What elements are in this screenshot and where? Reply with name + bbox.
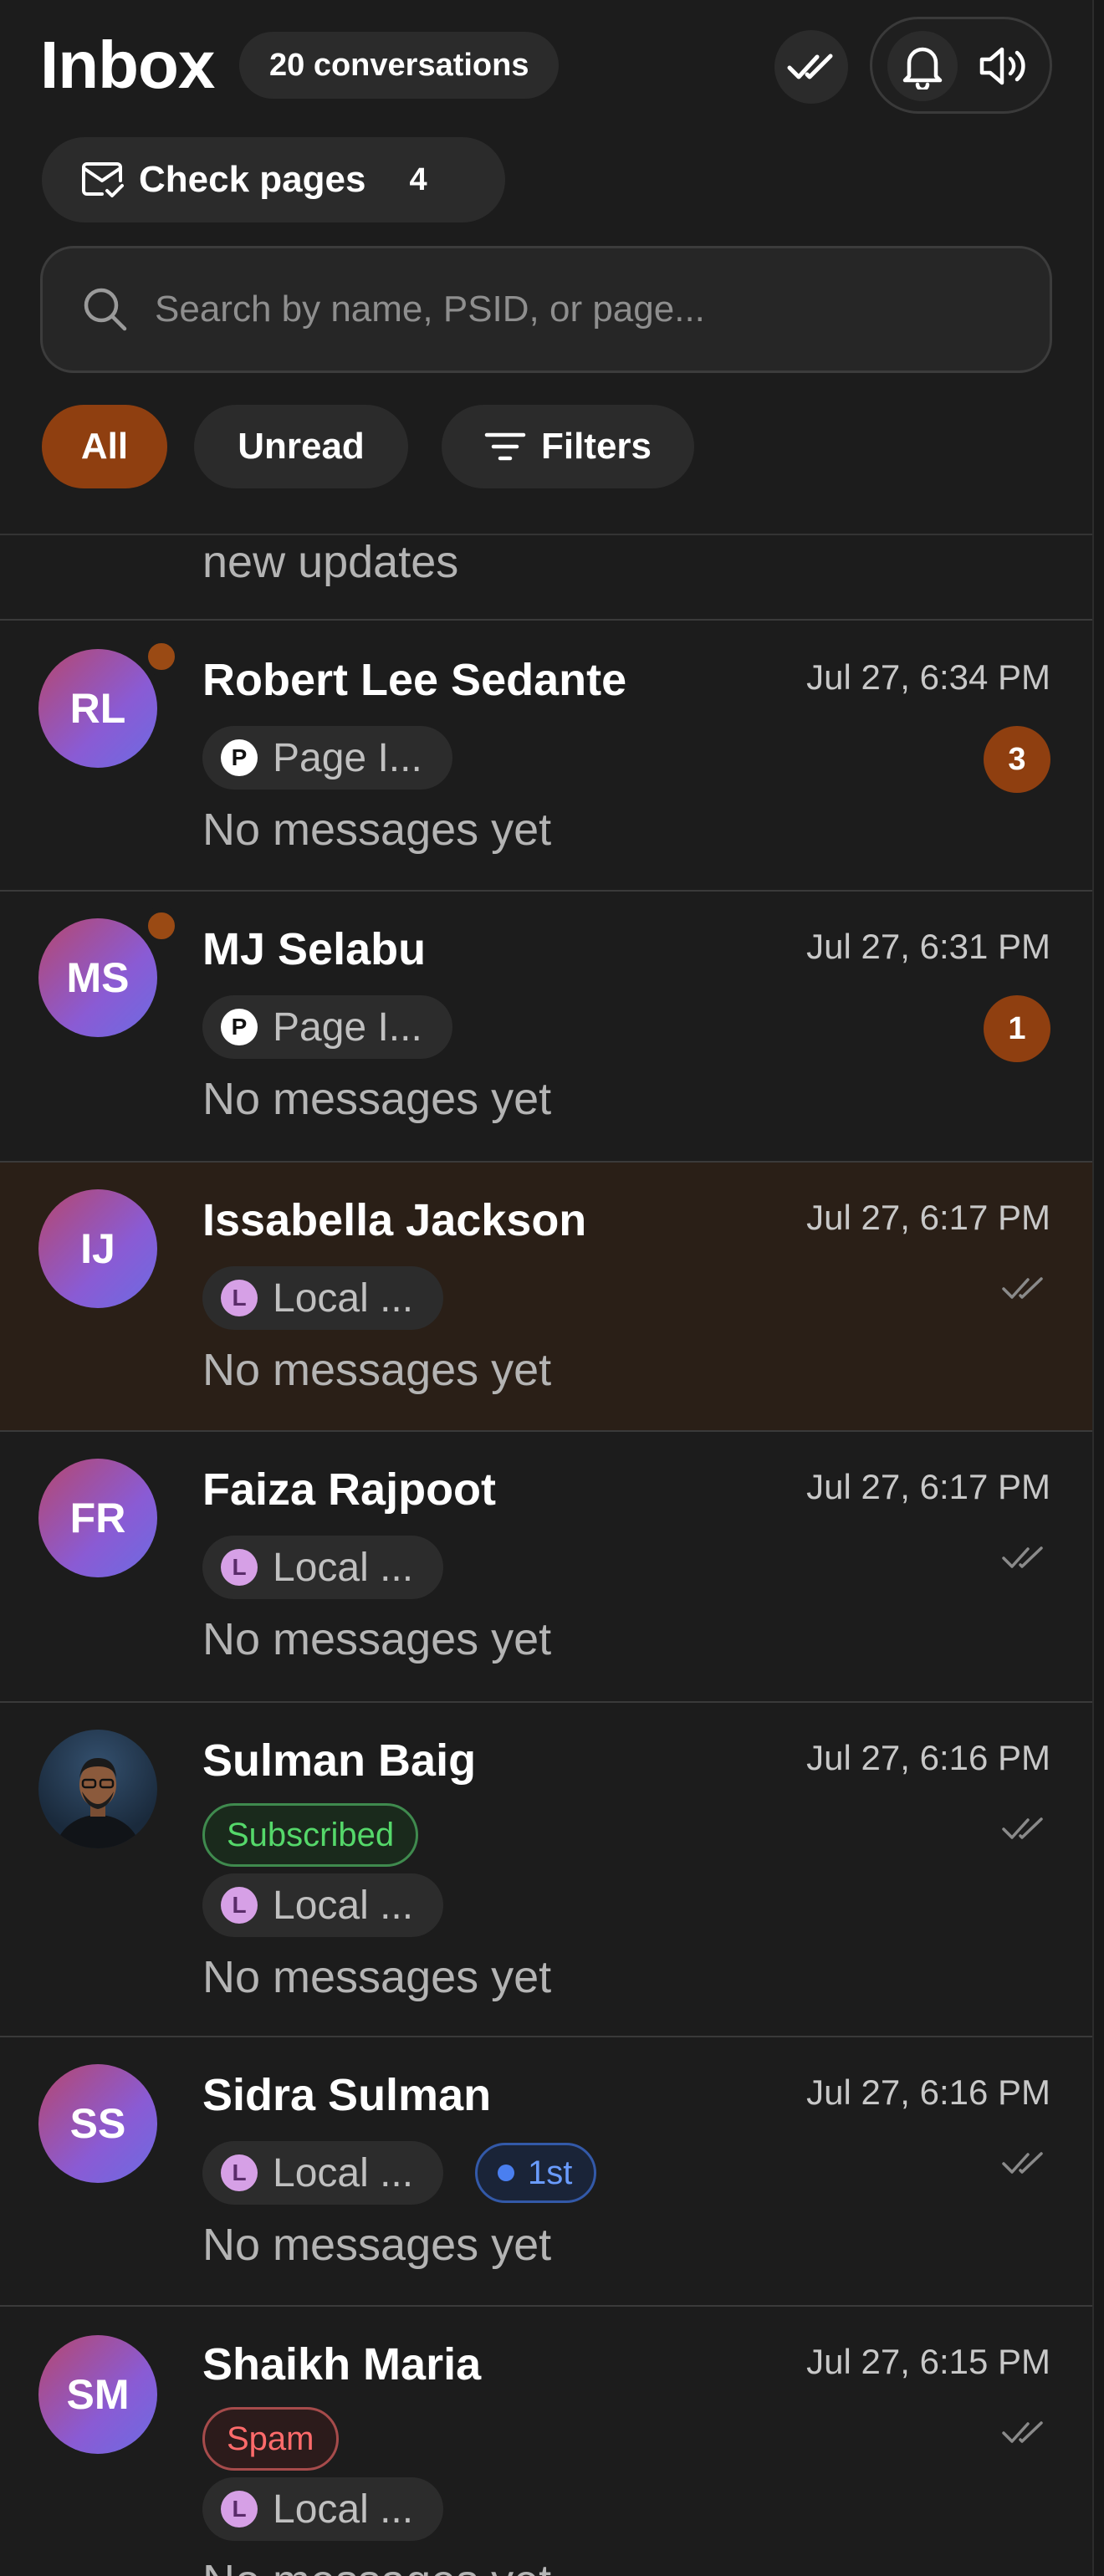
filters-button[interactable]: Filters — [442, 405, 694, 488]
filter-icon — [484, 432, 526, 461]
unread-count-badge: 1 — [984, 995, 1050, 1062]
inbox-app: Inbox 20 conversations Check pages 4 All… — [0, 0, 1104, 2576]
page-icon: P — [221, 739, 258, 776]
conversation-row[interactable]: MS MJ Selabu Jul 27, 6:31 PM 1 P Page I.… — [0, 892, 1092, 1163]
search-bar — [40, 246, 1052, 373]
conversation-count-badge: 20 conversations — [239, 32, 560, 99]
timestamp: Jul 27, 6:17 PM — [806, 1467, 1050, 1506]
page-tag: L Local ... — [202, 2141, 444, 2205]
spam-badge: Spam — [202, 2407, 339, 2471]
first-contact-badge: 1st — [475, 2143, 597, 2203]
message-preview: No messages yet — [202, 2554, 551, 2576]
timestamp: Jul 27, 6:17 PM — [806, 1198, 1050, 1237]
inbox-header: Inbox 20 conversations Check pages 4 All… — [0, 0, 1092, 535]
page-name: Local ... — [273, 2487, 414, 2532]
conversation-row[interactable]: Sulman Baig Jul 27, 6:16 PM Subscribed L… — [0, 1703, 1092, 2037]
page-tag: L Local ... — [202, 1873, 444, 1937]
conversation-row[interactable]: RL Robert Lee Sedante Jul 27, 6:34 PM 3 … — [0, 622, 1092, 892]
message-preview: new updates — [202, 537, 459, 587]
avatar: RL — [38, 649, 157, 768]
mail-check-icon — [82, 162, 124, 197]
message-preview: No messages yet — [202, 1345, 552, 1395]
timestamp: Jul 27, 6:16 PM — [806, 2073, 1050, 2112]
contact-name: Sulman Baig — [202, 1735, 477, 1786]
check-pages-label: Check pages — [139, 159, 366, 200]
notifications-button[interactable] — [887, 31, 958, 101]
double-check-icon — [1002, 2421, 1043, 2443]
page-icon: L — [221, 2154, 258, 2191]
timestamp: Jul 27, 6:31 PM — [806, 927, 1050, 966]
page-name: Local ... — [273, 2150, 414, 2195]
double-check-icon — [1002, 1546, 1043, 1568]
page-icon: L — [221, 1549, 258, 1586]
unread-count-badge: 3 — [984, 726, 1050, 793]
page-tag: L Local ... — [202, 1266, 444, 1330]
first-contact-label: 1st — [528, 2154, 573, 2191]
avatar-photo — [38, 1730, 157, 1848]
filters-label: Filters — [540, 426, 652, 467]
page-title: Inbox — [40, 28, 215, 102]
contact-name: MJ Selabu — [202, 924, 427, 974]
avatar: MS — [38, 918, 157, 1037]
subscribed-badge: Subscribed — [202, 1803, 419, 1867]
double-check-icon — [1002, 2152, 1043, 2174]
page-tag: L Local ... — [202, 2477, 444, 2541]
contact-name: Issabella Jackson — [202, 1195, 587, 1245]
page-name: Page I... — [273, 1004, 422, 1050]
filter-chip-all[interactable]: All — [42, 405, 167, 488]
page-name: Local ... — [273, 1883, 414, 1928]
speaker-icon — [979, 47, 1025, 85]
page-tag: P Page I... — [202, 995, 452, 1059]
timestamp: Jul 27, 6:34 PM — [806, 657, 1050, 697]
message-preview: No messages yet — [202, 805, 552, 855]
check-pages-button[interactable]: Check pages 4 — [42, 137, 505, 222]
search-input[interactable] — [155, 289, 991, 330]
contact-name: Faiza Rajpoot — [202, 1464, 497, 1515]
contact-name: Shaikh Maria — [202, 2339, 482, 2389]
page-name: Page I... — [273, 735, 422, 780]
page-tag: P Page I... — [202, 726, 452, 790]
search-icon — [84, 288, 127, 331]
page-icon: P — [221, 1009, 258, 1045]
list-item-partial[interactable]: new updates — [0, 537, 1092, 621]
avatar: IJ — [38, 1189, 157, 1308]
conversation-row-selected[interactable]: IJ Issabella Jackson Jul 27, 6:17 PM L L… — [0, 1163, 1092, 1432]
online-indicator — [142, 637, 181, 676]
contact-name: Sidra Sulman — [202, 2070, 492, 2120]
sound-toggle-button[interactable] — [969, 31, 1040, 101]
avatar: SM — [38, 2335, 157, 2454]
page-icon: L — [221, 2491, 258, 2527]
page-name: Local ... — [273, 1275, 414, 1321]
page-tag: L Local ... — [202, 1536, 444, 1599]
notification-controls — [870, 17, 1052, 114]
filter-chip-unread[interactable]: Unread — [194, 405, 408, 488]
bell-icon — [902, 47, 943, 89]
online-indicator — [142, 907, 181, 945]
conversation-row[interactable]: SS Sidra Sulman Jul 27, 6:16 PM L Local … — [0, 2037, 1092, 2307]
status-dot — [498, 2165, 514, 2181]
message-preview: No messages yet — [202, 2220, 552, 2270]
avatar: FR — [38, 1459, 157, 1577]
conversation-row[interactable]: FR Faiza Rajpoot Jul 27, 6:17 PM L Local… — [0, 1432, 1092, 1703]
timestamp: Jul 27, 6:15 PM — [806, 2342, 1050, 2381]
message-preview: No messages yet — [202, 1614, 552, 1664]
avatar: SS — [38, 2064, 157, 2183]
timestamp: Jul 27, 6:16 PM — [806, 1738, 1050, 1777]
check-pages-count: 4 — [409, 161, 427, 197]
contact-name: Robert Lee Sedante — [202, 655, 627, 705]
mark-all-read-button[interactable] — [774, 30, 848, 104]
double-check-icon — [1002, 1277, 1043, 1299]
page-icon: L — [221, 1887, 258, 1924]
user-photo — [54, 1758, 141, 1848]
scrollbar-track[interactable] — [1092, 0, 1104, 2576]
conversation-row[interactable]: SM Shaikh Maria Jul 27, 6:15 PM Spam L L… — [0, 2307, 1092, 2576]
page-icon: L — [221, 1280, 258, 1316]
double-check-icon — [1002, 1817, 1043, 1839]
message-preview: No messages yet — [202, 1074, 552, 1124]
page-name: Local ... — [273, 1545, 414, 1590]
double-check-icon — [787, 54, 833, 79]
message-preview: No messages yet — [202, 1952, 552, 2002]
